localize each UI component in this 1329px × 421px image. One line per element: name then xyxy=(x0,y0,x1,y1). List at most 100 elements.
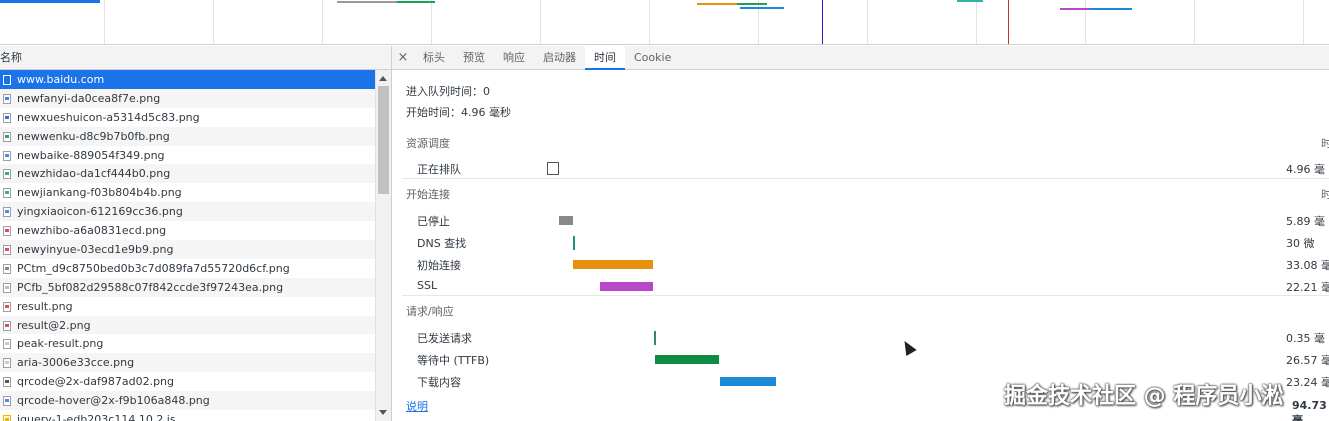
request-name: newyinyue-03ecd1e9b9.png xyxy=(17,243,174,257)
detail-tabs: × 标头 预览 响应 启动器 时间 Cookie xyxy=(392,46,1329,70)
timing-row-duration: 33.08 毫 xyxy=(1286,259,1329,272)
explanation-link[interactable]: 说明 xyxy=(406,398,428,414)
started-at-text: 开始时间：4.96 毫秒 xyxy=(406,106,511,119)
timing-row-label: 初始连接 xyxy=(417,259,461,272)
tab-5[interactable]: Cookie xyxy=(625,46,680,69)
watermark-text: 掘金技术社区 @ 程序员小淞 xyxy=(1004,384,1284,409)
image-icon xyxy=(3,150,11,161)
image-icon xyxy=(3,377,11,388)
request-row[interactable]: newzhibo-a6a0831ecd.png xyxy=(0,221,375,240)
image-icon xyxy=(3,131,11,142)
request-row[interactable]: newwenku-d8c9b7b0fb.png xyxy=(0,126,375,146)
tab-1[interactable]: 预览 xyxy=(454,46,494,69)
timing-row-duration: 30 微 xyxy=(1286,237,1315,250)
timing-bar xyxy=(654,355,720,364)
image-icon xyxy=(3,396,11,407)
overview-request-mark xyxy=(957,0,983,2)
request-row[interactable]: qrcode-hover@2x-f9b106a848.png xyxy=(0,391,375,411)
queued-at-text: 进入队列时间：0 xyxy=(406,85,490,98)
image-icon xyxy=(3,188,11,199)
image-icon xyxy=(3,169,11,180)
overview-selected-bar xyxy=(0,0,100,3)
request-name: yingxiaoicon-612169cc36.png xyxy=(17,205,183,219)
tab-3[interactable]: 启动器 xyxy=(534,46,585,69)
request-name: www.baidu.com xyxy=(17,73,105,86)
image-icon xyxy=(3,301,11,312)
timing-bar xyxy=(573,260,654,269)
request-row[interactable]: PCtm_d9c8750bed0b3c7d089fa7d55720d6cf.pn… xyxy=(0,259,375,278)
scroll-down-icon[interactable] xyxy=(379,410,387,415)
timing-row-duration: 22.21 毫 xyxy=(1286,281,1329,294)
request-row[interactable]: jquery-1-edb203c114.10.2.js xyxy=(0,410,375,421)
image-icon xyxy=(3,226,11,237)
timing-row-label: DNS 查找 xyxy=(417,237,467,250)
request-row[interactable]: qrcode@2x-daf987ad02.png xyxy=(0,372,375,391)
request-name: PCfb_5bf082d29588c07f842ccde3f97243ea.pn… xyxy=(17,280,284,294)
load-event-line xyxy=(1008,0,1009,44)
section-duration-header: 时 xyxy=(1321,137,1329,150)
overview-gridline xyxy=(976,0,977,44)
request-name: newzhibo-a6a0831ecd.png xyxy=(17,224,167,238)
request-name: peak-result.png xyxy=(17,337,104,351)
tab-2[interactable]: 响应 xyxy=(494,46,534,69)
timing-bar xyxy=(720,377,777,386)
request-row[interactable]: newfanyi-da0cea8f7e.png xyxy=(0,88,375,108)
request-row[interactable]: newjiankang-f03b804b4b.png xyxy=(0,183,375,202)
overview-gridline xyxy=(1085,0,1086,44)
request-name: result.png xyxy=(17,299,73,313)
timing-row-duration: 26.57 毫 xyxy=(1286,354,1329,367)
script-icon xyxy=(3,415,11,421)
request-row[interactable]: PCfb_5bf082d29588c07f842ccde3f97243ea.pn… xyxy=(0,277,375,297)
section-duration-header: 时 xyxy=(1321,188,1329,201)
overview-gridline xyxy=(1194,0,1195,44)
request-list-scrollbar[interactable] xyxy=(375,70,391,421)
overview-request-mark xyxy=(697,3,737,5)
name-column-header[interactable]: 名称 xyxy=(0,46,391,70)
scrollbar-thumb[interactable] xyxy=(378,86,389,194)
request-name: newfanyi-da0cea8f7e.png xyxy=(17,91,161,105)
section-divider xyxy=(402,295,1329,296)
image-icon xyxy=(3,245,11,256)
request-list[interactable]: www.baidu.com newfanyi-da0cea8f7e.png newx… xyxy=(0,70,375,421)
request-name: aria-3006e33cce.png xyxy=(17,356,135,370)
image-icon xyxy=(3,112,11,123)
request-row[interactable]: newxueshuicon-a5314d5c83.png xyxy=(0,108,375,127)
request-row[interactable]: newzhidao-da1cf444b0.png xyxy=(0,164,375,184)
request-row[interactable]: yingxiaoicon-612169cc36.png xyxy=(0,202,375,222)
section-title: 资源调度 xyxy=(406,137,450,150)
section-divider xyxy=(402,178,1329,179)
overview-request-mark xyxy=(1090,8,1132,10)
request-row[interactable]: www.baidu.com xyxy=(0,70,375,89)
request-row[interactable]: newbaike-889054f349.png xyxy=(0,146,375,165)
request-row[interactable]: aria-3006e33cce.png xyxy=(0,353,375,373)
overview-gridline xyxy=(104,0,105,44)
network-overview[interactable] xyxy=(0,0,1329,45)
overview-gridline xyxy=(867,0,868,44)
timing-row-label: 已发送请求 xyxy=(417,332,472,345)
tab-0[interactable]: 标头 xyxy=(414,46,454,69)
request-name: jquery-1-edb203c114.10.2.js xyxy=(17,413,176,421)
timing-row-duration: 5.89 毫 xyxy=(1286,215,1325,228)
dom-content-loaded-line xyxy=(822,0,823,44)
request-row[interactable]: newyinyue-03ecd1e9b9.png xyxy=(0,240,375,259)
timing-row-duration: 0.35 毫 xyxy=(1286,332,1325,345)
image-icon xyxy=(3,263,11,274)
request-row[interactable]: result@2.png xyxy=(0,315,375,335)
scroll-up-icon[interactable] xyxy=(379,76,387,81)
request-row[interactable]: peak-result.png xyxy=(0,334,375,353)
request-row[interactable]: result.png xyxy=(0,297,375,316)
timing-row-label: 正在排队 xyxy=(417,163,461,176)
overview-gridline xyxy=(322,0,323,44)
request-name: qrcode@2x-daf987ad02.png xyxy=(17,375,175,389)
request-name: newxueshuicon-a5314d5c83.png xyxy=(17,110,200,124)
timing-bar xyxy=(573,236,576,250)
close-icon[interactable]: × xyxy=(392,46,414,69)
tab-4[interactable]: 时间 xyxy=(585,46,625,70)
image-icon xyxy=(3,358,11,369)
timing-row-label: 下载内容 xyxy=(417,376,461,389)
request-name: newjiankang-f03b804b4b.png xyxy=(17,186,182,200)
request-name: qrcode-hover@2x-f9b106a848.png xyxy=(17,394,210,408)
timing-row-duration: 4.96 毫 xyxy=(1286,163,1325,176)
overview-request-mark xyxy=(337,1,397,3)
timing-row-label: SSL xyxy=(417,279,438,292)
